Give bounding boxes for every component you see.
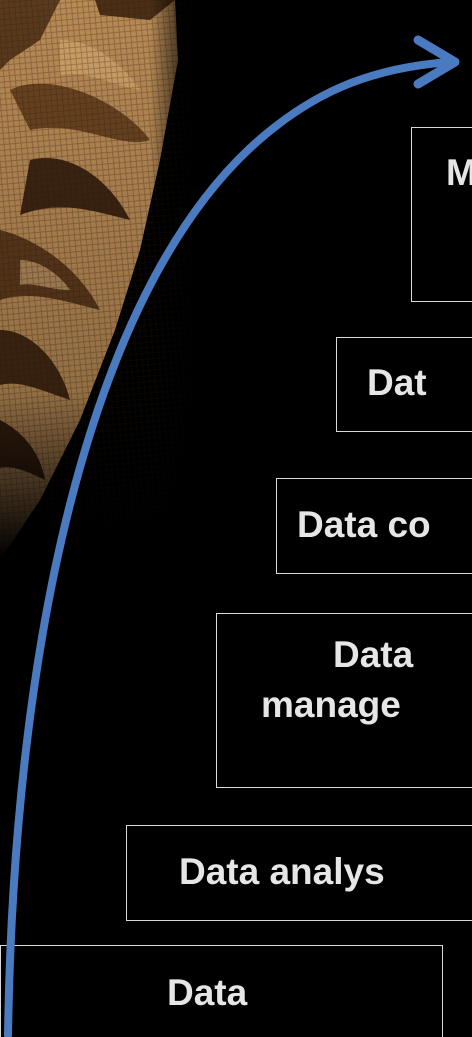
step-box-5: Data analys <box>126 825 472 921</box>
snakeskin-photo <box>0 0 200 560</box>
step-box-6: Data <box>0 945 443 1037</box>
step-box-1: M <box>411 127 472 302</box>
step-box-3: Data co <box>276 478 472 574</box>
step-box-4-line-1: Data <box>333 634 414 675</box>
step-box-4: Data manage <box>216 613 472 788</box>
step-box-1-label: M <box>446 148 472 198</box>
step-box-2: Dat <box>336 337 472 432</box>
slide: M Dat Data co Data manage Data analys Da… <box>0 0 472 1037</box>
step-box-2-label: Dat <box>367 362 427 403</box>
step-box-5-label: Data analys <box>179 851 385 892</box>
step-box-3-label: Data co <box>297 504 431 545</box>
snakeskin-image <box>0 0 200 560</box>
arrow-head <box>413 35 460 89</box>
step-box-6-label: Data <box>167 972 248 1013</box>
step-box-4-line-2: manage <box>261 684 401 725</box>
